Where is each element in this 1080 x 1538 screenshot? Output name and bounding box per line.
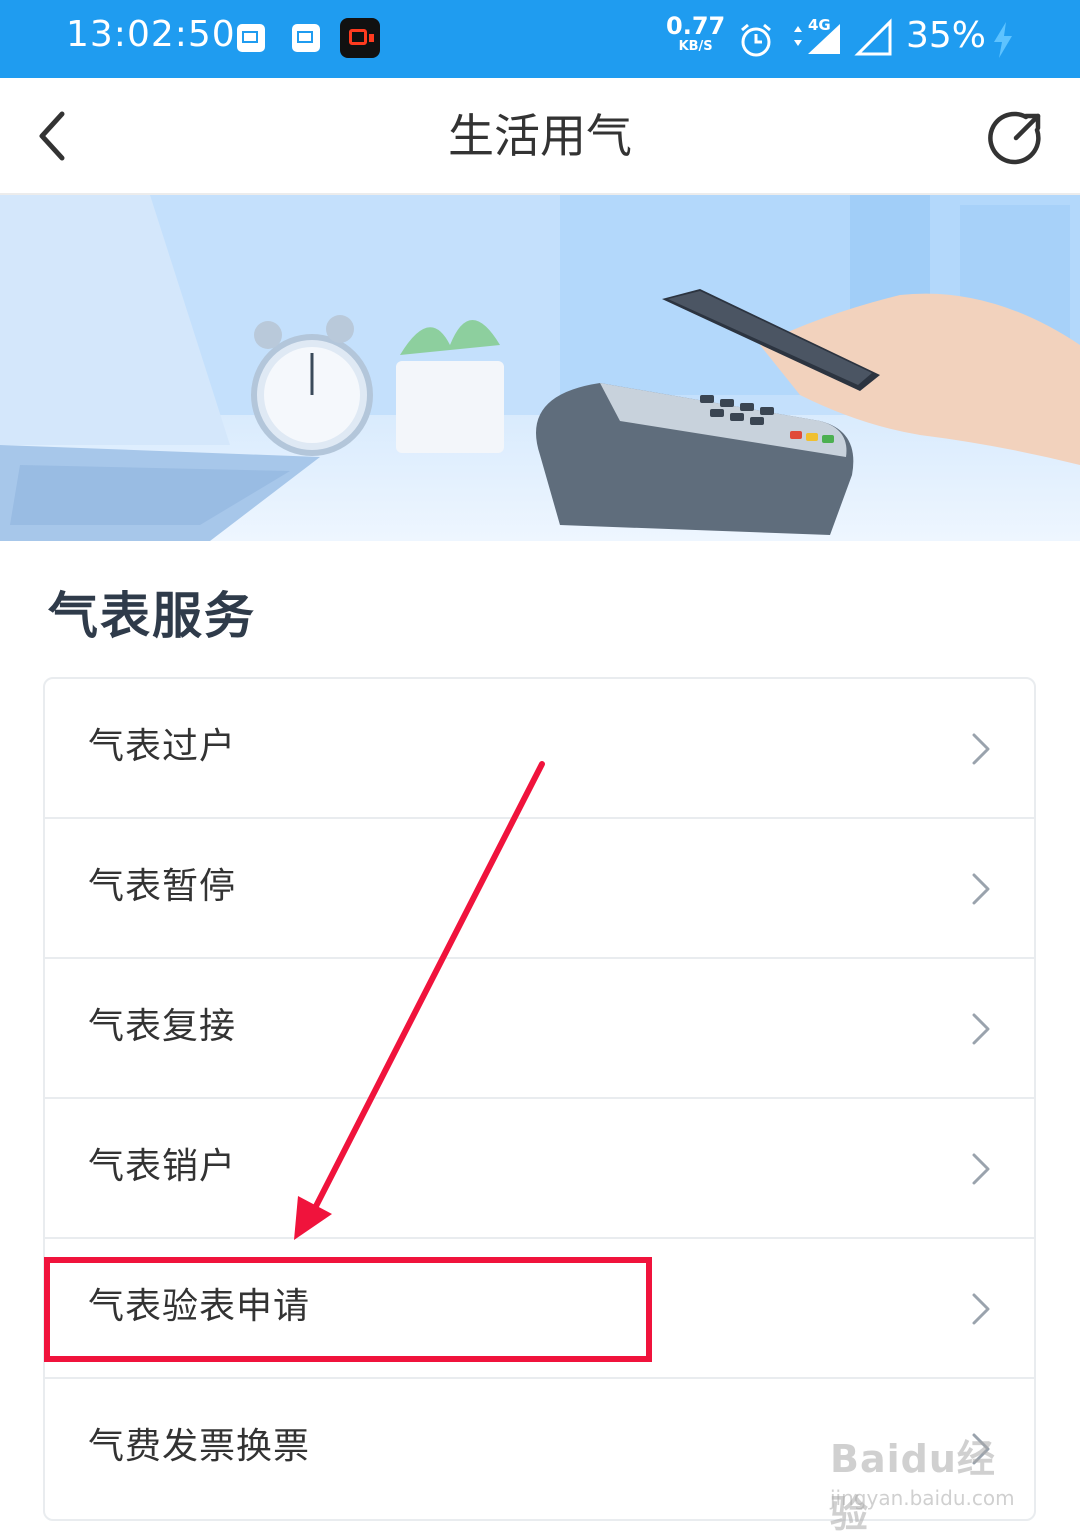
network-type: 4G [808,16,831,34]
menu-item-label: 气表暂停 [88,866,237,907]
banner-illustration [0,195,1080,541]
chevron-right-icon [972,1013,990,1045]
share-icon [988,111,1041,165]
chevron-left-icon [39,111,65,161]
status-time: 13:02:50 [66,14,236,55]
chevron-right-icon [972,1293,990,1325]
mail-notification-icon [292,24,320,52]
watermark-brand: Baidu经验 [830,1437,996,1536]
chevron-right-icon [972,1153,990,1185]
menu-item-label: 气表复接 [88,1006,237,1047]
screen-record-icon [340,18,380,58]
menu-item-meter-suspend[interactable]: 气表暂停 [45,819,1034,959]
menu-item-meter-transfer[interactable]: 气表过户 [45,679,1034,819]
alarm-icon [741,23,771,57]
chevron-right-icon [972,733,990,765]
watermark-url: jingyan.baidu.com [830,1486,1015,1510]
section-title: 气表服务 [48,587,256,645]
baidu-watermark: Baidu经验 jingyan.baidu.com [826,1414,1026,1536]
service-menu-list: 气表过户 气表暂停 气表复接 气表销户 气表验表申请 气费发票换票 [43,677,1036,1521]
network-speed: 0.77 KB/S [666,12,726,54]
mail-notification-icon [237,24,265,52]
share-button[interactable] [986,108,1046,168]
back-button[interactable] [26,106,82,166]
menu-item-label: 气费发票换票 [88,1426,311,1467]
menu-item-label: 气表销户 [88,1146,237,1187]
menu-item-meter-reconnect[interactable]: 气表复接 [45,959,1034,1099]
banner-image[interactable] [0,195,1080,541]
charging-icon [994,22,1012,58]
page-title: 生活用气 [448,109,632,163]
annotation-highlight-box [44,1257,652,1362]
menu-item-label: 气表过户 [88,726,237,767]
status-bar: 13:02:50 0.77 KB/S 4G 35% [0,0,1080,78]
battery-level: 35% [906,15,987,56]
menu-item-meter-cancel[interactable]: 气表销户 [45,1099,1034,1239]
app-header: 生活用气 [0,78,1080,195]
signal-icon [854,18,892,56]
chevron-right-icon [972,873,990,905]
